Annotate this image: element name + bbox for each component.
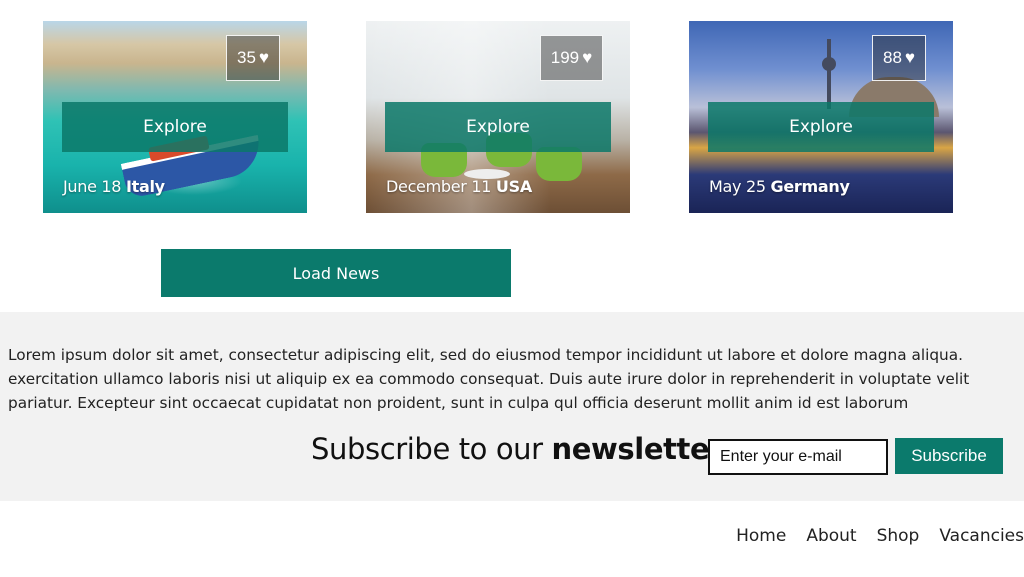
- card-caption: June 18 Italy: [63, 177, 165, 196]
- subscribe-button[interactable]: Subscribe: [895, 438, 1003, 474]
- lorem-line: exercitation ullamco laboris nisi ut ali…: [8, 370, 970, 388]
- heart-icon: ♥: [258, 48, 269, 67]
- footer-link-about[interactable]: About: [806, 526, 856, 546]
- likes-count: 35: [236, 48, 256, 67]
- likes-badge[interactable]: 35 ♥: [226, 35, 280, 81]
- footer-link-shop[interactable]: Shop: [877, 526, 920, 546]
- email-field[interactable]: [708, 439, 888, 475]
- explore-button[interactable]: Explore: [385, 102, 611, 152]
- card-place: Italy: [126, 177, 165, 196]
- footer-link-home[interactable]: Home: [736, 526, 786, 546]
- likes-count: 199: [550, 48, 580, 67]
- card-date: May 25: [709, 177, 766, 196]
- card-place: Germany: [770, 177, 850, 196]
- news-card-germany: 88 ♥ Explore May 25 Germany: [689, 21, 953, 213]
- card-caption: December 11 USA: [386, 177, 532, 196]
- news-card-italy: 35 ♥ Explore June 18 Italy: [43, 21, 307, 213]
- load-news-button[interactable]: Load News: [161, 249, 511, 297]
- likes-badge[interactable]: 88 ♥: [872, 35, 926, 81]
- lorem-paragraph: Lorem ipsum dolor sit amet, consectetur …: [8, 343, 1024, 415]
- footer-nav: Home About Shop Vacancies: [736, 526, 1024, 546]
- newsletter-heading-bold: newsletter: [551, 432, 724, 466]
- lorem-line: Lorem ipsum dolor sit amet, consectetur …: [8, 346, 963, 364]
- heart-icon: ♥: [582, 48, 593, 67]
- news-card-usa: 199 ♥ Explore December 11 USA: [366, 21, 630, 213]
- newsletter-heading-prefix: Subscribe to our: [311, 432, 543, 466]
- tower-shape: [822, 39, 836, 109]
- explore-button[interactable]: Explore: [62, 102, 288, 152]
- card-caption: May 25 Germany: [709, 177, 850, 196]
- card-date: December 11: [386, 177, 492, 196]
- newsletter-section: Lorem ipsum dolor sit amet, consectetur …: [0, 312, 1024, 501]
- chair-shape: [536, 147, 582, 181]
- likes-badge[interactable]: 199 ♥: [540, 35, 603, 81]
- card-date: June 18: [63, 177, 122, 196]
- heart-icon: ♥: [904, 48, 915, 67]
- card-place: USA: [495, 177, 532, 196]
- lorem-line: pariatur. Excepteur sint occaecat cupida…: [8, 394, 909, 412]
- footer-link-vacancies[interactable]: Vacancies: [939, 526, 1024, 546]
- newsletter-heading: Subscribe to our newsletter: [311, 432, 724, 466]
- explore-button[interactable]: Explore: [708, 102, 934, 152]
- likes-count: 88: [882, 48, 902, 67]
